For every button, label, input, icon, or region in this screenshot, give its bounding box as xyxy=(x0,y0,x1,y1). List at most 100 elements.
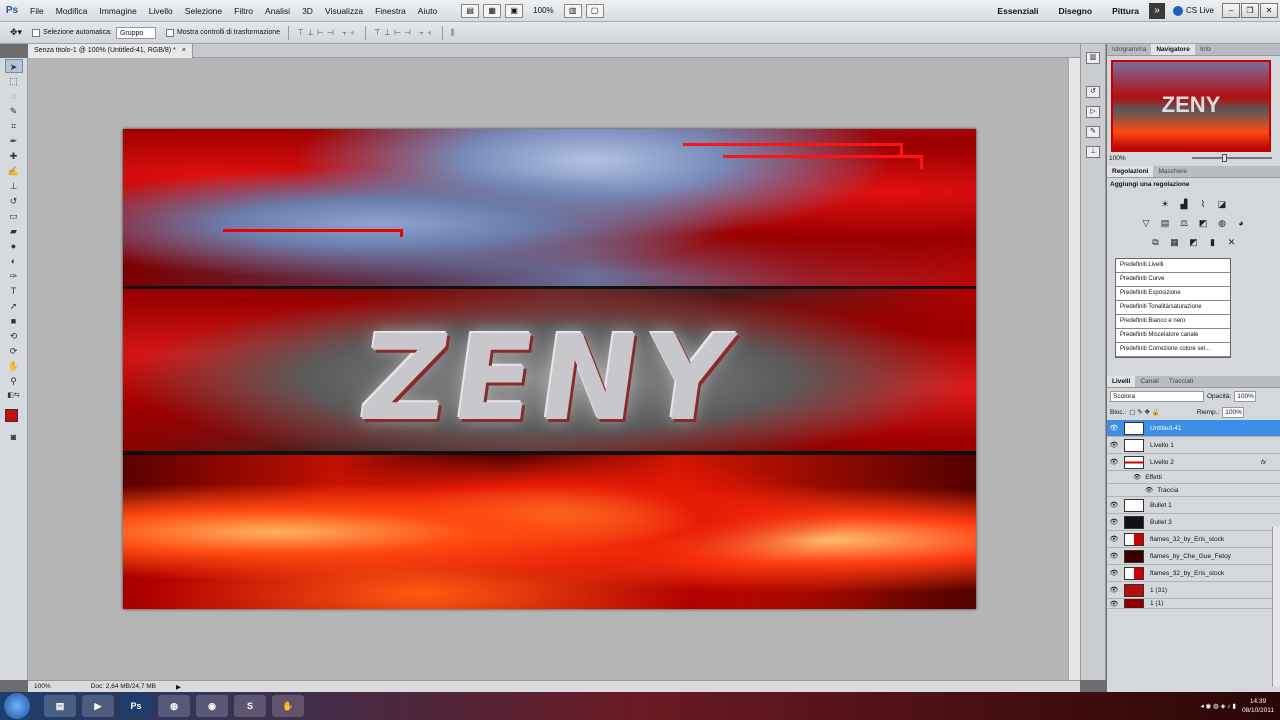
align-icons[interactable]: ⊤⊥⊢⊣ ⫟⫞ xyxy=(297,28,357,38)
tab-canali[interactable]: Canali xyxy=(1135,376,1163,387)
menu-immagine[interactable]: Immagine xyxy=(93,6,142,16)
layer-row[interactable]: 👁 flames_32_by_Eris_stock xyxy=(1107,565,1280,582)
3d-rotate-tool-icon[interactable]: ⟲ xyxy=(5,329,23,343)
canvas[interactable]: ZENY xyxy=(123,129,976,609)
tab-maschere[interactable]: Maschere xyxy=(1153,166,1192,177)
layer-row[interactable]: 👁 Untitled-41 xyxy=(1107,420,1280,437)
bridge-icon[interactable]: ▤ xyxy=(461,3,480,18)
marquee-tool-icon[interactable]: ⬚ xyxy=(5,74,23,88)
mini-bridge-icon[interactable]: ▦ xyxy=(483,3,502,18)
close-icon[interactable]: ✕ xyxy=(1260,3,1278,18)
layer-row[interactable]: 👁 1 (31) xyxy=(1107,582,1280,599)
status-zoom[interactable]: 100% xyxy=(34,683,51,690)
distribute-icons[interactable]: ⊤⊥⊢⊣ ⫟⫞ xyxy=(374,28,434,38)
levels-icon[interactable]: ▟ xyxy=(1178,198,1190,210)
slider-handle[interactable] xyxy=(1221,154,1227,162)
move-tool-icon[interactable]: ➤ xyxy=(4,59,23,73)
dodge-tool-icon[interactable]: ◐ xyxy=(5,254,23,268)
brightness-icon[interactable]: ☀ xyxy=(1159,198,1171,210)
quick-select-tool-icon[interactable]: ✎ xyxy=(5,104,23,118)
menu-selezione[interactable]: Selezione xyxy=(179,6,228,16)
close-tab-icon[interactable]: × xyxy=(182,44,186,58)
exposure-icon[interactable]: ◪ xyxy=(1216,198,1228,210)
layer-row[interactable]: 👁 flames_by_Che_Gue_Fetoy xyxy=(1107,548,1280,565)
document-tab[interactable]: Senza titolo-1 @ 100% (Untitled-41, RGB/… xyxy=(28,44,193,58)
zoom-tool-icon[interactable]: ⚲ xyxy=(5,374,23,388)
screen-mode-icon[interactable]: ▢ xyxy=(585,3,604,18)
preset-item[interactable]: Predefiniti Curve xyxy=(1116,273,1230,287)
selective-color-icon[interactable]: ✕ xyxy=(1226,236,1238,248)
taskbar-media-icon[interactable]: ▶ xyxy=(82,695,114,717)
opacity-input[interactable]: 100% xyxy=(1234,390,1257,402)
curves-icon[interactable]: ⌇ xyxy=(1197,198,1209,210)
preset-item[interactable]: Predefiniti Miscelatore canale xyxy=(1116,329,1230,343)
menu-finestra[interactable]: Finestra xyxy=(369,6,412,16)
visibility-eye-icon[interactable]: 👁 xyxy=(1107,535,1121,543)
workspace-essenziali[interactable]: Essenziali xyxy=(987,6,1048,16)
visibility-eye-icon[interactable]: 👁 xyxy=(1107,586,1121,594)
tray-icons[interactable]: ◂ ◉ ◍ ◈ ♪ ▮ xyxy=(1200,702,1235,710)
foreground-color-swatch[interactable] xyxy=(5,409,18,422)
visibility-eye-icon[interactable]: 👁 xyxy=(1107,424,1121,432)
crop-tool-icon[interactable]: ⌗ xyxy=(5,119,23,133)
tab-regolazioni[interactable]: Regolazioni xyxy=(1107,166,1154,177)
history-panel-icon[interactable]: ↺ xyxy=(1086,86,1100,98)
blend-mode-select[interactable]: Scolora xyxy=(1110,390,1204,402)
navigator-zoom-value[interactable]: 100% xyxy=(1109,155,1126,162)
vertical-scrollbar[interactable] xyxy=(1068,58,1080,680)
taskbar-explorer-icon[interactable]: ▤ xyxy=(44,695,76,717)
layer-effect-stroke-row[interactable]: 👁 Traccia xyxy=(1107,484,1280,497)
layer-row[interactable]: 👁 flames_32_by_Eris_stock xyxy=(1107,531,1280,548)
taskbar-photoshop-icon[interactable]: Ps xyxy=(120,695,152,717)
taskbar-firefox-icon[interactable]: ◉ xyxy=(196,695,228,717)
layer-row[interactable]: 👁 Livello 2 fx xyxy=(1107,454,1280,471)
photo-filter-icon[interactable]: ◍ xyxy=(1216,217,1228,229)
navigator-preview[interactable]: ZENY xyxy=(1111,60,1271,152)
clock[interactable]: 14:39 08/10/2011 xyxy=(1242,697,1274,715)
more-workspaces-icon[interactable]: » xyxy=(1148,2,1165,19)
histogram-panel-icon[interactable]: ▥ xyxy=(1086,52,1100,64)
actions-panel-icon[interactable]: ▷ xyxy=(1086,106,1100,118)
visibility-eye-icon[interactable]: 👁 xyxy=(1107,518,1121,526)
taskbar-hand-icon[interactable]: ✋ xyxy=(272,695,304,717)
layer-effects-row[interactable]: 👁 Effetti xyxy=(1107,471,1280,484)
status-arrow-icon[interactable]: ▶ xyxy=(176,683,181,691)
color-balance-icon[interactable]: ⚖ xyxy=(1178,217,1190,229)
quick-mask-icon[interactable]: ◙ xyxy=(5,430,23,444)
visibility-eye-icon[interactable]: 👁 xyxy=(1107,458,1121,466)
auto-select-dropdown[interactable]: Gruppo xyxy=(115,26,156,39)
hand-tool-icon[interactable]: ✋ xyxy=(5,359,23,373)
menu-analisi[interactable]: Analisi xyxy=(259,6,296,16)
blur-tool-icon[interactable]: ● xyxy=(5,239,23,253)
move-tool-preset-icon[interactable]: ✥▾ xyxy=(10,27,22,38)
menu-3d[interactable]: 3D xyxy=(296,6,319,16)
type-tool-icon[interactable]: T xyxy=(5,284,23,298)
layer-row[interactable]: 👁 Livello 1 xyxy=(1107,437,1280,454)
healing-brush-icon[interactable]: ✚ xyxy=(5,149,23,163)
menu-filtro[interactable]: Filtro xyxy=(228,6,259,16)
menu-modifica[interactable]: Modifica xyxy=(50,6,94,16)
stroke-eye-icon[interactable]: 👁 xyxy=(1145,486,1153,494)
workspace-disegno[interactable]: Disegno xyxy=(1049,6,1103,16)
brush-panel-icon[interactable]: ✎ xyxy=(1086,126,1100,138)
channel-mixer-icon[interactable]: ◕ xyxy=(1235,217,1247,229)
tab-info[interactable]: Info xyxy=(1195,44,1216,55)
lock-icons[interactable]: ▢ ✎ ✥ 🔒 xyxy=(1129,408,1160,416)
visibility-eye-icon[interactable]: 👁 xyxy=(1107,569,1121,577)
gradient-tool-icon[interactable]: ▰ xyxy=(5,224,23,238)
layer-row[interactable]: 👁 Bullet 1 xyxy=(1107,497,1280,514)
fill-input[interactable]: 100% xyxy=(1222,406,1245,418)
default-colors-icon[interactable]: ◧⇆ xyxy=(5,389,23,403)
clone-source-panel-icon[interactable]: ⊥ xyxy=(1086,146,1100,158)
visibility-eye-icon[interactable]: 👁 xyxy=(1107,552,1121,560)
effects-eye-icon[interactable]: 👁 xyxy=(1133,473,1141,481)
menu-aiuto[interactable]: Aiuto xyxy=(412,6,443,16)
preset-item[interactable]: Predefiniti Correzione colore sel... xyxy=(1116,343,1230,357)
preset-item[interactable]: Predefiniti Tonalità/saturazione xyxy=(1116,301,1230,315)
taskbar-skype-icon[interactable]: S xyxy=(234,695,266,717)
preset-item[interactable]: Predefiniti Bianco e nero xyxy=(1116,315,1230,329)
menu-visualizza[interactable]: Visualizza xyxy=(319,6,369,16)
layers-scrollbar[interactable] xyxy=(1272,527,1280,687)
zoom-level-select[interactable]: 100% xyxy=(533,6,553,15)
taskbar-globe-icon[interactable]: ◍ xyxy=(158,695,190,717)
